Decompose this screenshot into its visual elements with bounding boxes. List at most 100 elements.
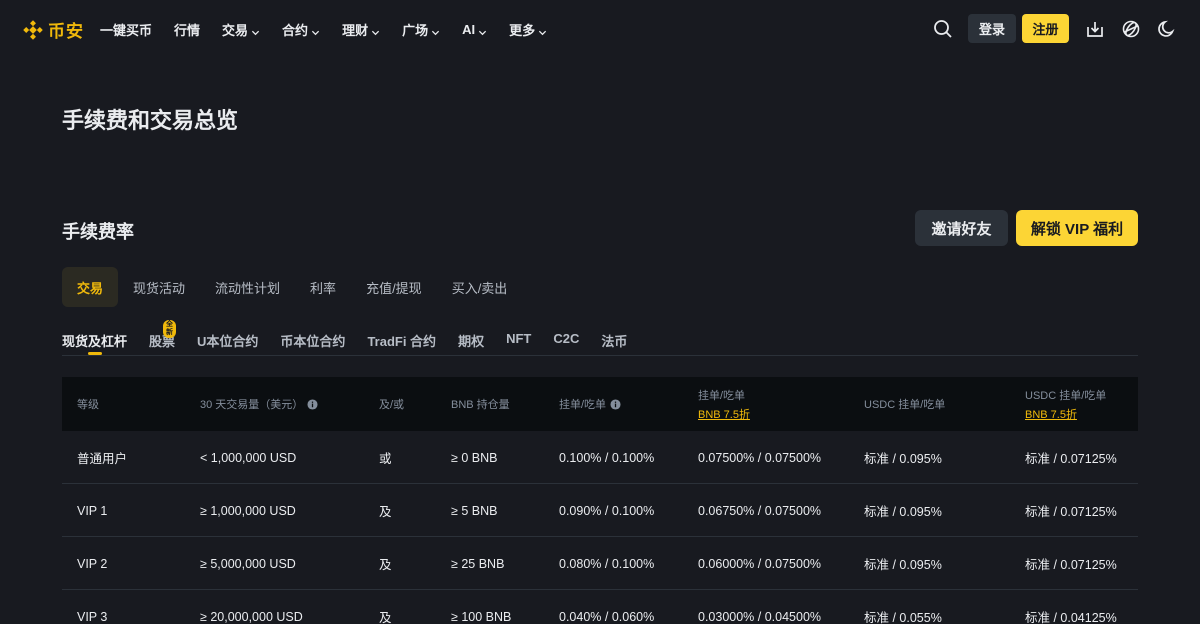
table-cell: ≥ 5,000,000 USD bbox=[200, 556, 296, 571]
table-cell: 普通用户 bbox=[77, 452, 128, 466]
nav-item-0[interactable]: 一键买币 bbox=[100, 20, 152, 39]
nav-item-2[interactable]: 交易 bbox=[222, 20, 260, 39]
page-title: 手续费和交易总览 bbox=[62, 108, 239, 133]
nav-item-label: 一键买币 bbox=[100, 22, 153, 38]
new-badge: 全新 bbox=[163, 320, 177, 338]
fee-subtabs: 现货及杠杆 股票 全新 U本位合约 币本位合约 TradFi 合约 期权 NFT C2C 法币 bbox=[62, 320, 1138, 356]
header-text: BNB 持仓量 bbox=[451, 399, 510, 411]
table-row: VIP 1 ≥ 1,000,000 USD 及 ≥ 5 BNB 0.090% / 0.1… bbox=[62, 484, 1138, 537]
table-cell: 及 bbox=[379, 558, 392, 572]
table-cell: 及 bbox=[379, 505, 392, 519]
table-cell: VIP 2 bbox=[77, 556, 108, 571]
column-header-label: BNB 持仓量 bbox=[451, 396, 510, 412]
nav-item-3[interactable]: 合约 bbox=[282, 20, 320, 39]
column-header-5: 挂单/吃单 BNB 7.5折 bbox=[698, 377, 750, 431]
table-header: 等级 30 天交易量（美元） 及/或 BNB 持仓量 挂单/吃单 挂单/吃单 BNB 7.5… bbox=[62, 377, 1138, 431]
nav-item-1[interactable]: 行情 bbox=[174, 20, 200, 39]
table-cell: ≥ 0 BNB bbox=[451, 450, 498, 465]
bnb-discount-link[interactable]: BNB 7.5折 bbox=[698, 406, 750, 422]
column-header-label: 及/或 bbox=[379, 396, 404, 412]
column-header-label: 挂单/吃单 bbox=[698, 387, 750, 403]
tab-2[interactable]: 流动性计划 bbox=[200, 267, 295, 307]
nav-item-4[interactable]: 理财 bbox=[342, 20, 380, 39]
table-cell: VIP 1 bbox=[77, 503, 108, 518]
chevron-down-icon bbox=[251, 25, 260, 35]
table-cell: ≥ 1,000,000 USD bbox=[200, 503, 296, 518]
brand-name: 币安 bbox=[48, 22, 84, 41]
table-cell: ≥ 5 BNB bbox=[451, 503, 498, 518]
subtab-0[interactable]: 现货及杠杆 bbox=[62, 327, 127, 355]
globe-icon[interactable] bbox=[1120, 18, 1142, 40]
tab-4[interactable]: 充值/提现 bbox=[351, 267, 437, 307]
header-text: 挂单/吃单 bbox=[559, 399, 607, 411]
register-button[interactable]: 注册 bbox=[1022, 14, 1069, 43]
tab-1[interactable]: 现货活动 bbox=[118, 267, 200, 307]
subtab-6[interactable]: NFT bbox=[506, 327, 531, 355]
subtab-1[interactable]: 股票 全新 bbox=[149, 320, 177, 355]
table-cell: 标准 / 0.07125% bbox=[1025, 452, 1117, 466]
column-header-label: 等级 bbox=[77, 396, 99, 412]
header-text: 及/或 bbox=[379, 399, 405, 411]
subtab-7[interactable]: C2C bbox=[553, 327, 579, 355]
header-text: 等级 bbox=[77, 399, 99, 411]
main-nav: 一键买币 行情 交易 合约 理财 广场 AI 更多 bbox=[100, 0, 569, 58]
nav-item-6[interactable]: AI bbox=[462, 22, 487, 37]
subtab-label: 期权 bbox=[458, 334, 485, 349]
table-cell: 0.040% / 0.060% bbox=[559, 609, 655, 624]
section-title: 手续费率 bbox=[62, 222, 134, 242]
column-header-label: 30 天交易量（美元） bbox=[200, 396, 318, 412]
subtab-label: U本位合约 bbox=[197, 334, 259, 349]
column-header-label: 挂单/吃单 bbox=[559, 396, 621, 412]
table-cell: 标准 / 0.095% bbox=[864, 558, 942, 572]
tab-0[interactable]: 交易 bbox=[62, 267, 119, 307]
header-text: USDC 挂单/吃单 bbox=[1025, 389, 1107, 402]
bnb-discount-link[interactable]: BNB 7.5折 bbox=[1025, 406, 1106, 422]
table-row: VIP 3 ≥ 20,000,000 USD 及 ≥ 100 BNB 0.040% / … bbox=[62, 590, 1138, 624]
table-cell: < 1,000,000 USD bbox=[200, 450, 297, 465]
table-body: 普通用户 < 1,000,000 USD 或 ≥ 0 BNB 0.100% / 0.10… bbox=[62, 431, 1138, 624]
info-icon[interactable] bbox=[610, 399, 621, 410]
subtab-2[interactable]: U本位合约 bbox=[197, 327, 258, 355]
download-icon[interactable] bbox=[1084, 18, 1106, 40]
header-text: 30 天交易量（美元） bbox=[200, 399, 304, 411]
column-header-2: 及/或 bbox=[379, 377, 404, 431]
subtab-label: 现货及杠杆 bbox=[62, 334, 128, 349]
table-cell: 0.06000% / 0.07500% bbox=[698, 556, 822, 571]
subtab-4[interactable]: TradFi 合约 bbox=[367, 327, 436, 355]
column-header-label: USDC 挂单/吃单 bbox=[864, 396, 945, 412]
subtab-8[interactable]: 法币 bbox=[601, 327, 627, 355]
nav-item-label: AI bbox=[462, 21, 476, 37]
column-header-7: USDC 挂单/吃单 BNB 7.5折 bbox=[1025, 377, 1106, 431]
chevron-down-icon bbox=[371, 25, 380, 35]
logo[interactable]: 币安 bbox=[22, 17, 84, 42]
fee-tabs: 交易 现货活动 流动性计划 利率 充值/提现 买入/卖出 bbox=[62, 267, 522, 307]
table-cell: 标准 / 0.055% bbox=[864, 611, 942, 624]
column-header-label: USDC 挂单/吃单 bbox=[1025, 387, 1106, 403]
subtab-3[interactable]: 币本位合约 bbox=[280, 327, 345, 355]
table-cell: 0.080% / 0.100% bbox=[559, 556, 655, 571]
nav-item-5[interactable]: 广场 bbox=[402, 20, 440, 39]
tab-3[interactable]: 利率 bbox=[295, 267, 351, 307]
subtab-label: 币本位合约 bbox=[280, 334, 346, 349]
table-cell: 标准 / 0.095% bbox=[864, 452, 942, 466]
tab-5[interactable]: 买入/卖出 bbox=[437, 267, 523, 307]
table-cell: 及 bbox=[379, 611, 392, 624]
fee-table: 等级 30 天交易量（美元） 及/或 BNB 持仓量 挂单/吃单 挂单/吃单 BNB 7.5… bbox=[62, 377, 1138, 624]
moon-icon[interactable] bbox=[1156, 18, 1178, 40]
table-cell: 标准 / 0.04125% bbox=[1025, 611, 1117, 624]
table-cell: 0.07500% / 0.07500% bbox=[698, 450, 822, 465]
nav-item-label: 行情 bbox=[174, 22, 201, 38]
subtab-5[interactable]: 期权 bbox=[458, 327, 484, 355]
info-icon[interactable] bbox=[307, 399, 318, 410]
search-icon[interactable] bbox=[932, 18, 954, 40]
unlock-vip-button[interactable]: 解锁 VIP 福利 bbox=[1016, 210, 1138, 246]
table-cell: ≥ 100 BNB bbox=[451, 609, 512, 624]
nav-item-7[interactable]: 更多 bbox=[509, 20, 547, 39]
chevron-down-icon bbox=[311, 25, 320, 35]
invite-friends-button[interactable]: 邀请好友 bbox=[915, 210, 1008, 246]
table-cell: 标准 / 0.07125% bbox=[1025, 505, 1117, 519]
table-cell: VIP 3 bbox=[77, 609, 108, 624]
login-button[interactable]: 登录 bbox=[968, 14, 1016, 43]
nav-item-label: 更多 bbox=[509, 22, 536, 38]
table-row: 普通用户 < 1,000,000 USD 或 ≥ 0 BNB 0.100% / 0.10… bbox=[62, 431, 1138, 484]
